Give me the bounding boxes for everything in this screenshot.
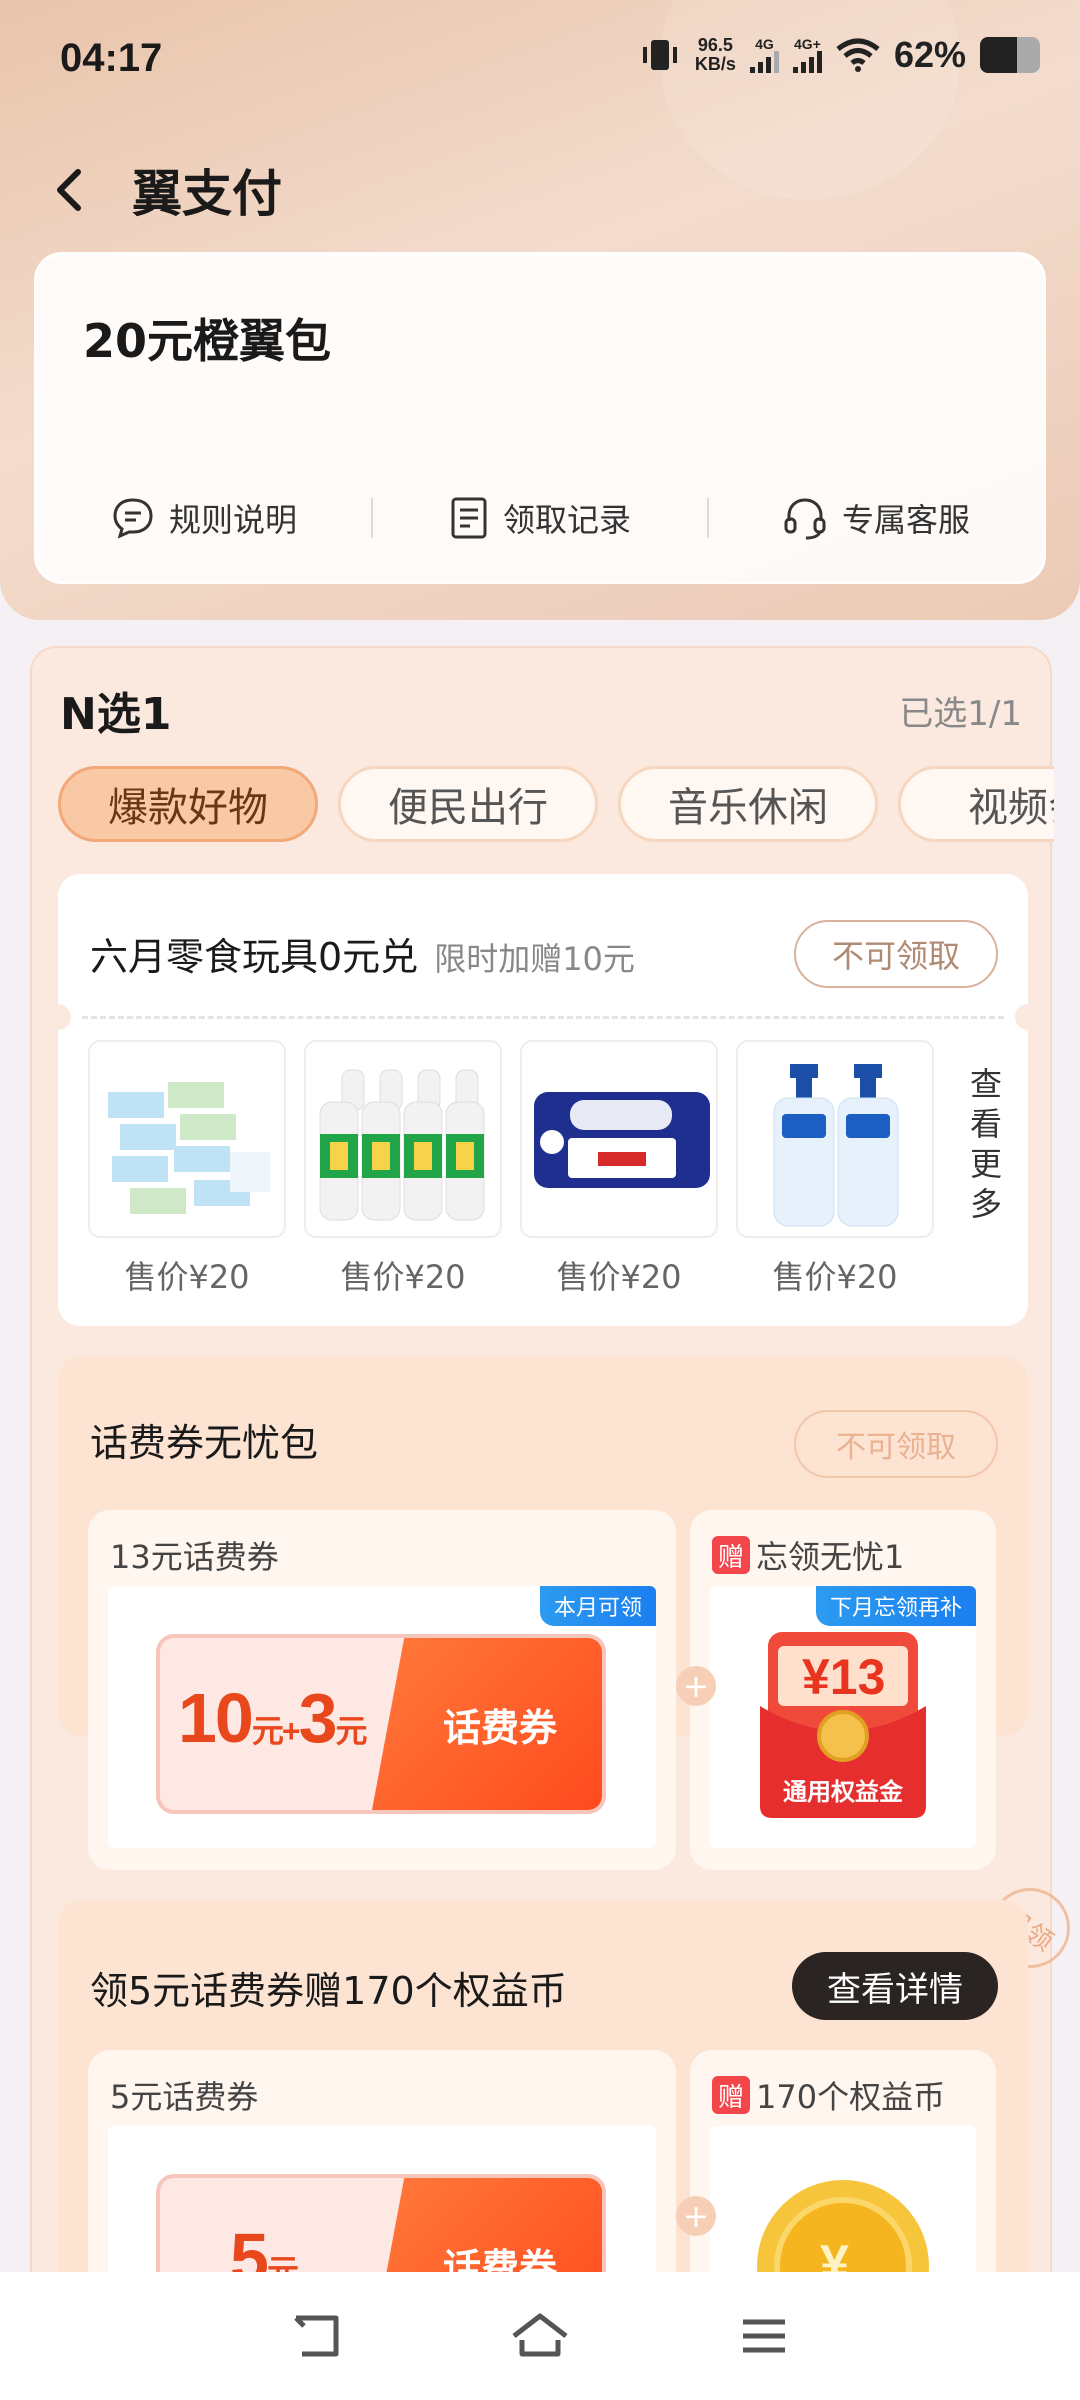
red-packet-icon	[760, 1632, 926, 1818]
selection-count: 已选1/1	[899, 694, 1022, 734]
package-title: 20元橙翼包	[83, 314, 332, 368]
page-title: 翼支付	[132, 165, 282, 223]
choose-one-panel: N选1 已选1/1 爆款好物 便民出行 音乐休闲 视频会 六月零食玩具0元兑限时…	[30, 646, 1080, 2400]
product-price: 售价¥20	[124, 1258, 250, 1296]
signal-icon: 4G	[749, 37, 779, 73]
product-item[interactable]: 售价¥20	[520, 1040, 718, 1298]
back-nav-icon	[294, 2315, 339, 2357]
home-icon	[512, 2313, 568, 2357]
bonus-label: 忘领无忧1	[756, 1538, 905, 1576]
coupon-label: 13元话费券	[110, 1538, 279, 1576]
wet-wipes-image	[520, 1040, 718, 1238]
tab-hot-goods[interactable]: 爆款好物	[58, 766, 318, 842]
section-title: 领5元话费券赠170个权益币	[90, 1969, 567, 2013]
chat-bubble-icon	[113, 498, 153, 539]
this-month-tag: 本月可领	[539, 1586, 656, 1626]
service-label: 专属客服	[841, 501, 970, 539]
battery-icon	[980, 37, 1040, 73]
service-link[interactable]: 专属客服	[709, 495, 1043, 541]
unavailable-button[interactable]: 不可领取	[794, 920, 998, 988]
headset-icon	[784, 498, 826, 540]
tab-video[interactable]: 视频会	[898, 766, 1054, 842]
panel-title: N选1	[60, 689, 172, 740]
phone-fee-package: 话费券无忧包 不可领取 13元话费券 本月可领 10元+3元 话费券 + 赠忘领…	[58, 1356, 1028, 1870]
divider	[82, 1016, 1004, 1019]
rules-label: 规则说明	[168, 501, 297, 539]
status-bar: 04:17 96.5 KB/s 4G 4G+ 62%	[0, 0, 1080, 120]
coupon-graphic: 10元+3元 话费券	[156, 1634, 606, 1814]
tab-travel[interactable]: 便民出行	[338, 766, 598, 842]
snack-toy-card: 六月零食玩具0元兑 限时加赠10元 不可领取 售价¥20 售价¥20 售价¥20…	[45, 874, 1041, 1326]
bonus-label: 170个权益币	[756, 2078, 946, 2116]
red-packet-caption: 通用权益金	[783, 1778, 903, 1806]
document-icon	[451, 497, 487, 539]
product-price: 售价¥20	[556, 1258, 682, 1296]
hand-soap-image	[736, 1040, 934, 1238]
clock: 04:17	[60, 36, 163, 80]
package-card: 20元橙翼包 规则说明 领取记录 专属客服	[34, 252, 1046, 584]
net-speed: 96.5 KB/s	[694, 35, 736, 74]
product-price: 售价¥20	[772, 1258, 898, 1296]
product-item[interactable]: 售价¥20	[88, 1040, 286, 1298]
chevron-left-icon[interactable]	[40, 160, 100, 220]
rules-link[interactable]: 规则说明	[37, 495, 371, 541]
tissue-image	[88, 1040, 286, 1238]
records-label: 领取记录	[502, 501, 631, 539]
ad-drink-image	[304, 1040, 502, 1238]
category-tabs: 爆款好物 便民出行 音乐休闲 视频会	[58, 766, 1054, 846]
system-nav-bar	[0, 2272, 1080, 2400]
signal-icon: 4G+	[792, 37, 822, 73]
bonus-card[interactable]: 赠忘领无忧1 下月忘领再补 ¥13 通用权益金	[690, 1510, 996, 1870]
red-packet-visual: 下月忘领再补 ¥13 通用权益金	[710, 1586, 976, 1848]
view-details-button[interactable]: 查看详情	[792, 1952, 998, 2020]
product-item[interactable]: 售价¥20	[304, 1040, 502, 1298]
product-list: 售价¥20 售价¥20 售价¥20 售价¥20	[88, 1040, 934, 1298]
offer-subtitle: 限时加赠10元	[434, 940, 635, 978]
section-title: 话费券无忧包	[90, 1421, 319, 1465]
red-packet-amount: ¥13	[802, 1649, 886, 1705]
vibrate-icon	[642, 40, 677, 70]
top-nav: 翼支付	[0, 140, 1080, 240]
unavailable-button[interactable]: 不可领取	[794, 1410, 998, 1478]
see-more-link[interactable]: 查 看 更 多	[966, 1064, 1006, 1224]
product-item[interactable]: 售价¥20	[736, 1040, 934, 1298]
battery-percent: 62%	[893, 34, 966, 75]
menu-nav-button[interactable]	[732, 2304, 796, 2368]
product-price: 售价¥20	[340, 1258, 466, 1296]
wifi-icon	[836, 38, 880, 72]
coupon-visual: 本月可领 10元+3元 话费券	[108, 1586, 656, 1848]
coupon-label: 5元话费券	[110, 2078, 259, 2116]
plus-icon: +	[676, 2196, 716, 2236]
tab-music[interactable]: 音乐休闲	[618, 766, 878, 842]
menu-icon	[743, 2319, 785, 2353]
plus-icon: +	[676, 1666, 716, 1706]
offer-title: 六月零食玩具0元兑 限时加赠10元	[90, 935, 635, 979]
gift-badge: 赠	[712, 2076, 750, 2114]
back-nav-button[interactable]	[284, 2304, 348, 2368]
fee-coupon-card[interactable]: 13元话费券 本月可领 10元+3元 话费券	[88, 1510, 676, 1870]
records-link[interactable]: 领取记录	[373, 495, 707, 541]
gift-badge: 赠	[712, 1536, 750, 1574]
home-nav-button[interactable]	[508, 2304, 572, 2368]
